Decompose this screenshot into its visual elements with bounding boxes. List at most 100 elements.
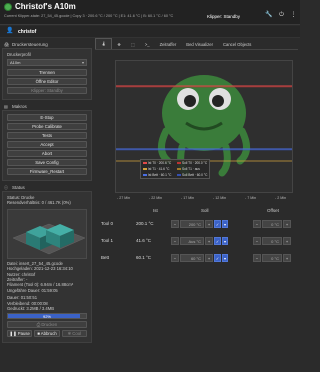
target-input[interactable]: 60 °C [180, 254, 204, 262]
set-target-button[interactable]: ✓ [214, 237, 221, 245]
legend-swatch [177, 174, 181, 176]
power-icon[interactable]: ⏻ [278, 12, 285, 19]
macro-abort-button[interactable]: Abort [7, 150, 87, 157]
left-sidebar: 🖨 Druckersteuerung Druckerprofil A10m ▾ … [2, 40, 92, 370]
wrench-icon[interactable]: 🔧 [265, 12, 272, 19]
decrease-offset-button[interactable]: − [253, 237, 261, 245]
print-button[interactable]: ⎙ Drucken [7, 321, 87, 329]
control-panel: Druckerprofil A10m ▾ Trennen Öffne Edito… [2, 48, 92, 100]
increase-target-button[interactable]: + [205, 254, 213, 262]
model-preview [7, 208, 87, 259]
target-dropdown-button[interactable]: ▾ [222, 237, 228, 245]
status-resend: Resendverhältnis: 0 / 461.7K (0%) [7, 200, 71, 206]
macros-panel: E-Stop Probe Calibrate Tests Accept Abor… [2, 110, 92, 181]
status-printed: Gedruckt: 3.2MB / 3.4MB [7, 306, 55, 312]
legend-item: Soll T0 · 200.0 °C [177, 161, 207, 165]
row-actual: 200.1 °C [136, 221, 154, 226]
pause-button[interactable]: ❚❚ Pause [7, 330, 33, 338]
legend-item: Ist Bett · 60.1 °C [143, 173, 171, 177]
brand[interactable]: Christof's A10m [4, 2, 76, 11]
top-navbar: Christof's A10m Current Klipper-state: 2… [0, 0, 300, 25]
decrease-target-button[interactable]: − [171, 220, 179, 228]
pause-icon: ❚❚ [9, 331, 18, 337]
print-button-label: Drucken [41, 322, 58, 328]
macro-firmware-restart-button[interactable]: Firmware_Restart [7, 168, 87, 175]
open-editor-button[interactable]: Öffne Editor [7, 78, 87, 85]
tab-gcode-viewer[interactable]: ⬚ [126, 42, 140, 49]
set-target-button[interactable]: ✓ [214, 220, 221, 228]
cool-button[interactable]: ❄ Cool [61, 330, 87, 338]
tab-terminal[interactable]: >_ [140, 42, 155, 49]
target-dropdown-button[interactable]: ▾ [222, 220, 228, 228]
tab-cancel-objects[interactable]: Cancel Objects [218, 42, 256, 49]
control-panel-title: Druckersteuerung [12, 41, 48, 47]
legend-label: Ist T0 · 200.6 °C [148, 161, 172, 165]
increase-offset-button[interactable]: + [283, 237, 291, 245]
legend-swatch [143, 168, 147, 170]
tab-control[interactable]: ✥ [112, 42, 126, 49]
legend-label: Soll Bett · 60.0 °C [182, 173, 208, 177]
offset-input[interactable]: 0 °C [262, 254, 282, 262]
macro-tests-button[interactable]: Tests [7, 132, 87, 139]
klipper-standby-button[interactable]: Klipper: Standby [7, 87, 87, 94]
macro-save-config-button[interactable]: Save Config [7, 159, 87, 166]
increase-target-button[interactable]: + [205, 237, 213, 245]
target-input[interactable]: Aus °C [180, 237, 204, 245]
x-tick: - 17 Min [181, 196, 194, 200]
target-input[interactable]: 200 °C [180, 220, 204, 228]
current-user[interactable]: christof [18, 29, 36, 35]
profile-label: Druckerprofil [7, 52, 31, 57]
row-name: Tool 1 [101, 238, 114, 243]
macro-probe-calibrate-button[interactable]: Probe Calibrate [7, 123, 87, 130]
decrease-target-button[interactable]: − [171, 254, 179, 262]
caret-down-icon: ▾ [223, 239, 226, 244]
x-tick: - 7 Min [245, 196, 256, 200]
chevron-down-icon: ▾ [81, 60, 84, 65]
check-icon: ✓ [215, 239, 220, 244]
control-panel-header[interactable]: 🖨 Druckersteuerung [2, 40, 92, 48]
macros-title: Makros [12, 103, 27, 109]
decrease-offset-button[interactable]: − [253, 254, 261, 262]
profile-select[interactable]: A10m ▾ [7, 59, 87, 66]
temp-row-bed: Bett 60.1 °C − 60 °C + ✓ ▾ − 0 °C + [101, 252, 296, 264]
legend-swatch [177, 168, 181, 170]
user-icon: 👤 [6, 28, 14, 34]
menu-icon[interactable]: ⋮ [290, 12, 297, 19]
decrease-target-button[interactable]: − [171, 237, 179, 245]
info-icon: ⓘ [4, 184, 8, 190]
offset-input[interactable]: 0 °C [262, 237, 282, 245]
legend-label: Ist T1 · 41.6 °C [148, 167, 170, 171]
caret-down-icon: ▾ [223, 256, 226, 261]
row-name: Bett [101, 255, 110, 260]
check-icon: ✓ [215, 256, 220, 261]
increase-offset-button[interactable]: + [283, 254, 291, 262]
code-icon: ▤ [4, 103, 8, 109]
tab-bed-visualizer[interactable]: Bed Visualizer [181, 42, 218, 49]
row-actual: 60.1 °C [136, 255, 152, 260]
thermometer-icon: 🌡 [101, 41, 107, 46]
legend-swatch [143, 162, 147, 164]
graph-legend: Ist T0 · 200.6 °C Soll T0 · 200.0 °C Ist… [140, 159, 210, 179]
set-target-button[interactable]: ✓ [214, 254, 221, 262]
target-dropdown-button[interactable]: ▾ [222, 254, 228, 262]
terminal-icon: >_ [144, 42, 150, 47]
model-thumbnail [12, 223, 86, 255]
tab-temperature[interactable]: 🌡 [95, 38, 113, 49]
macro-e-stop-button[interactable]: E-Stop [7, 114, 87, 121]
status-header[interactable]: ⓘ Status [2, 183, 92, 191]
cancel-button[interactable]: ■ Abbruch [34, 330, 60, 338]
increase-target-button[interactable]: + [205, 220, 213, 228]
offset-input[interactable]: 0 °C [262, 220, 282, 228]
tab-timelapse[interactable]: Zeitraffer [155, 42, 182, 49]
macro-accept-button[interactable]: Accept [7, 141, 87, 148]
disconnect-button[interactable]: Trennen [7, 69, 87, 76]
macros-header[interactable]: ▤ Makros [2, 102, 92, 110]
crosshair-icon: ✥ [117, 42, 121, 47]
printer-title: Christof's A10m [15, 2, 76, 11]
decrease-offset-button[interactable]: − [253, 220, 261, 228]
increase-offset-button[interactable]: + [283, 220, 291, 228]
legend-swatch [177, 162, 181, 164]
legend-item: Ist T1 · 41.6 °C [143, 167, 169, 171]
legend-item: Soll Bett · 60.0 °C [177, 173, 207, 177]
octoprint-logo-icon [4, 2, 12, 11]
